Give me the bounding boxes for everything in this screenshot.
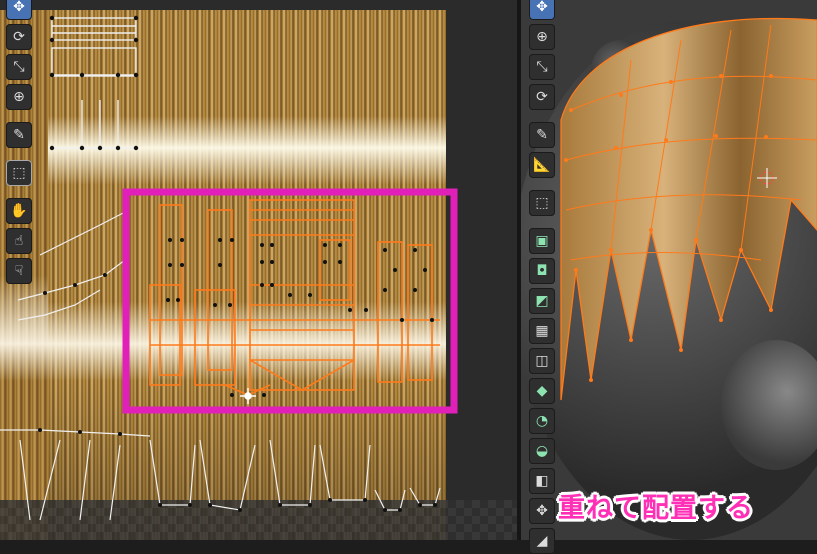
toolbar-separator: [529, 220, 555, 224]
uv-vertices-selected: [166, 238, 434, 397]
knife-tool-button[interactable]: ◫: [529, 348, 555, 374]
uv-islands-selected[interactable]: [149, 199, 440, 396]
transform-tool-button[interactable]: ⊕: [529, 24, 555, 50]
extrude-tool-button[interactable]: ▣: [529, 228, 555, 254]
inset-icon: ◘: [536, 263, 548, 279]
uv-islands-left[interactable]: [0, 211, 441, 521]
extrude-icon: ▣: [535, 233, 549, 249]
transform-tool-button[interactable]: ⊕: [6, 84, 32, 110]
cube-icon: ⬚: [12, 165, 26, 181]
cube-tool-button[interactable]: ⬚: [6, 160, 32, 186]
measure-icon: 📐: [533, 157, 551, 173]
3d-viewport[interactable]: [521, 0, 817, 540]
annotate-tool-button[interactable]: ✎: [6, 122, 32, 148]
scale-icon: ⤡: [536, 59, 548, 75]
annotate-icon: ✎: [13, 127, 25, 143]
knife-icon: ◫: [535, 353, 549, 369]
rotate-icon: ⟳: [13, 29, 25, 45]
edge-slide-tool-button[interactable]: ◧: [529, 468, 555, 494]
toolbar-separator: [6, 152, 32, 156]
move-tool-button[interactable]: ✥: [6, 0, 32, 20]
annotate-icon: ✎: [536, 127, 548, 143]
uv-toolbar: ✥ ⟳ ⤡ ⊕ ✎ ⬚ ✋ ☝ ☟: [6, 0, 32, 284]
relax-icon: ☝: [14, 233, 24, 249]
rotate-tool-button[interactable]: ⟳: [529, 84, 555, 110]
rotate-icon: ⟳: [536, 89, 548, 105]
uv-editor[interactable]: ✥ ⟳ ⤡ ⊕ ✎ ⬚ ✋ ☝ ☟: [0, 0, 517, 540]
poly-build-icon: ◆: [536, 383, 548, 399]
relax-tool-button[interactable]: ☝: [6, 228, 32, 254]
hair-strands[interactable]: [560, 17, 817, 401]
rotate-tool-button[interactable]: ⟳: [6, 24, 32, 50]
caption-text: 重ねて配置する: [558, 493, 754, 524]
move-icon: ✥: [13, 0, 25, 15]
toolbar-separator: [6, 190, 32, 194]
loop-cut-icon: ▦: [535, 323, 549, 339]
pinch-tool-button[interactable]: ☟: [6, 258, 32, 284]
transform-icon: ⊕: [536, 29, 548, 45]
shrink-icon: ✥: [536, 503, 548, 519]
scale-tool-button[interactable]: ⤡: [529, 54, 555, 80]
toolbar-separator: [6, 114, 32, 118]
hair-mesh[interactable]: [521, 0, 817, 540]
toolbar-separator: [529, 182, 555, 186]
smooth-icon: ◒: [535, 443, 549, 459]
measure-tool-button[interactable]: 📐: [529, 152, 555, 178]
scale-tool-button[interactable]: ⤡: [6, 54, 32, 80]
uv-islands-top[interactable]: [51, 17, 137, 149]
viewport-toolbar: ✥ ⊕ ⤡ ⟳ ✎ 📐 ⬚ ▣ ◘ ◩ ▦ ◫ ◆ ◔ ◒ ◧ ✥ ◢: [529, 0, 555, 554]
inset-tool-button[interactable]: ◘: [529, 258, 555, 284]
add-cube-icon: ⬚: [535, 195, 549, 211]
bevel-icon: ◩: [535, 293, 549, 309]
uv-mesh-overlay[interactable]: [0, 0, 517, 540]
shrink-tool-button[interactable]: ✥: [529, 498, 555, 524]
highlight-box: [122, 188, 458, 414]
shear-icon: ◢: [536, 533, 548, 549]
spin-tool-button[interactable]: ◔: [529, 408, 555, 434]
poly-build-tool-button[interactable]: ◆: [529, 378, 555, 404]
grab-tool-button[interactable]: ✋: [6, 198, 32, 224]
annotate-tool-button[interactable]: ✎: [529, 122, 555, 148]
shear-tool-button[interactable]: ◢: [529, 528, 555, 554]
edge-slide-icon: ◧: [535, 473, 549, 489]
smooth-tool-button[interactable]: ◒: [529, 438, 555, 464]
bevel-tool-button[interactable]: ◩: [529, 288, 555, 314]
scale-icon: ⤡: [13, 59, 25, 75]
grab-icon: ✋: [10, 203, 28, 219]
transform-icon: ⊕: [13, 89, 25, 105]
loop-cut-tool-button[interactable]: ▦: [529, 318, 555, 344]
pinch-icon: ☟: [14, 263, 24, 279]
spin-icon: ◔: [535, 413, 549, 429]
uv-vertices-white: [38, 15, 437, 512]
add-cube-tool-button[interactable]: ⬚: [529, 190, 555, 216]
toolbar-separator: [529, 114, 555, 118]
move-tool-button[interactable]: ✥: [529, 0, 555, 20]
move-icon: ✥: [536, 0, 548, 15]
